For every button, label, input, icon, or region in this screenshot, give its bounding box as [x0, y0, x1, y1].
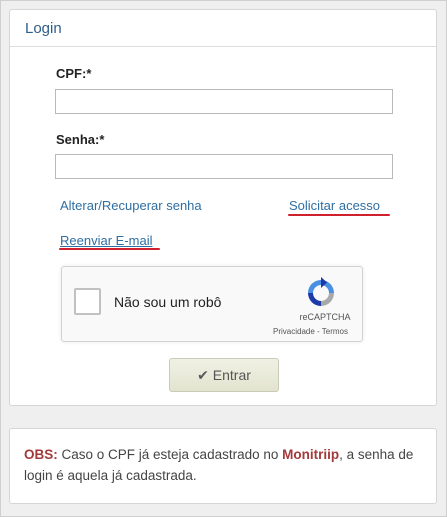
- recaptcha-footer: Privacidade - Termos: [273, 327, 348, 336]
- recaptcha-label: Não sou um robô: [114, 294, 222, 310]
- recaptcha-logo-icon: [308, 277, 334, 306]
- notice-system-name: Monitriip: [282, 447, 340, 462]
- recaptcha-privacy-link[interactable]: Privacidade: [273, 327, 315, 336]
- resend-email-link[interactable]: Reenviar E-mail: [60, 233, 152, 248]
- cpf-input[interactable]: [55, 89, 393, 114]
- cpf-label: CPF:*: [56, 66, 92, 81]
- recaptcha-widget: Não sou um robô reCAPTCHA Privacidade - …: [61, 266, 363, 342]
- recaptcha-checkbox[interactable]: [74, 288, 101, 315]
- resend-email-annotation: [59, 248, 160, 250]
- recaptcha-terms-link[interactable]: Termos: [322, 327, 348, 336]
- entrar-label: Entrar: [212, 367, 251, 383]
- request-access-annotation: [288, 214, 390, 216]
- senha-input[interactable]: [55, 154, 393, 179]
- request-access-link[interactable]: Solicitar acesso: [289, 198, 380, 213]
- entrar-button[interactable]: ✔ Entrar: [169, 358, 279, 392]
- notice-text-before: Caso o CPF já esteja cadastrado no: [57, 447, 283, 462]
- recover-password-link[interactable]: Alterar/Recuperar senha: [60, 198, 202, 213]
- recaptcha-separator: -: [314, 327, 322, 336]
- panel-title: Login: [25, 19, 62, 37]
- notice-box: OBS: Caso o CPF já esteja cadastrado no …: [9, 428, 437, 504]
- login-panel: Login CPF:* Senha:* Alterar/Recuperar se…: [9, 9, 437, 406]
- check-icon: ✔: [197, 366, 209, 383]
- notice-prefix: OBS:: [24, 447, 58, 462]
- senha-label: Senha:*: [56, 132, 105, 147]
- recaptcha-brand: reCAPTCHA: [299, 312, 351, 322]
- panel-header: Login: [10, 10, 436, 47]
